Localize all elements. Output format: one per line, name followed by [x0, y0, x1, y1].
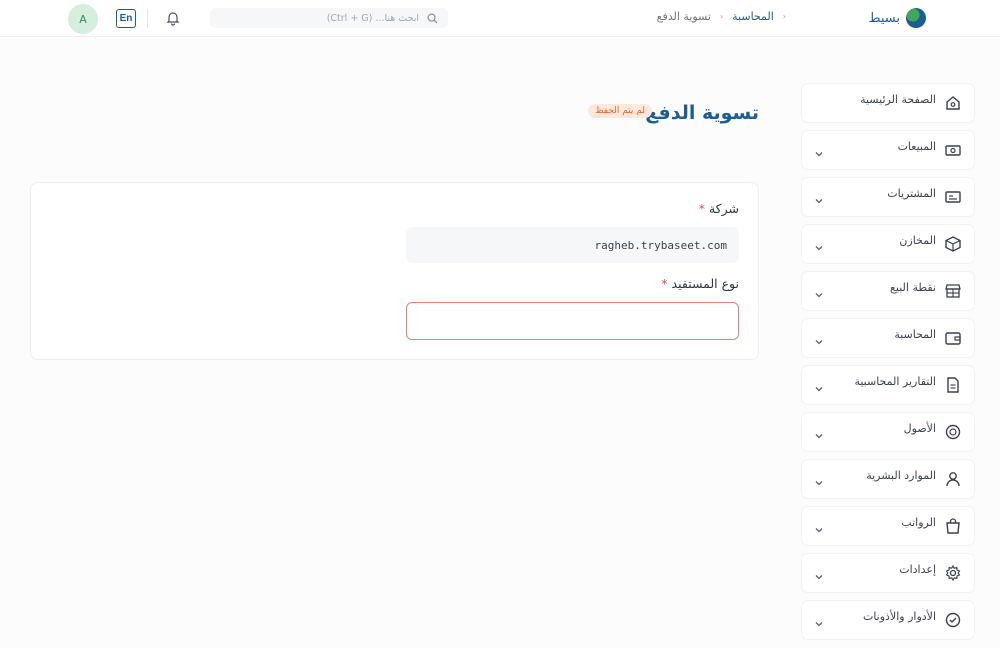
pie-icon	[945, 424, 961, 440]
user-icon	[946, 472, 960, 487]
sidebar-item-label: الموارد البشرية	[866, 468, 936, 482]
home-icon	[946, 96, 960, 110]
sidebar-item-payroll[interactable]: الرواتب	[802, 507, 974, 545]
beneficiary-label-text: نوع المستفيد	[671, 276, 739, 291]
language-toggle-button[interactable]: En	[116, 9, 136, 28]
sidebar-item-assets[interactable]: الأصول	[802, 413, 974, 451]
sidebar-item-label: الصفحة الرئيسية	[860, 92, 936, 106]
sidebar-item-pos[interactable]: نقطة البيع	[802, 272, 974, 310]
chevron-down-icon	[815, 528, 823, 533]
chevron-down-icon	[815, 434, 823, 439]
page-title: تسوية الدفع	[645, 102, 759, 124]
search-input[interactable]: ابحث هنا... (Ctrl + G)	[220, 13, 419, 24]
beneficiary-type-field-label: نوع المستفيد *	[657, 276, 739, 291]
sidebar-item-label: الأدوار والأذونات	[862, 609, 936, 623]
company-field-label: شركة *	[695, 201, 739, 216]
breadcrumb-separator-icon: ‹	[719, 12, 724, 21]
sidebar-item-hr[interactable]: الموارد البشرية	[802, 460, 974, 498]
chevron-down-icon	[815, 481, 823, 486]
company-field: ragheb.trybaseet.com	[406, 227, 739, 263]
chevron-down-icon	[815, 575, 823, 580]
sidebar-item-inventory[interactable]: المخازن	[802, 225, 974, 263]
sidebar-item-home[interactable]: الصفحة الرئيسية	[802, 84, 974, 122]
payment-reconciliation-form: شركة * ragheb.trybaseet.com نوع المستفيد…	[30, 182, 759, 360]
sidebar-item-settings[interactable]: إعدادات	[802, 554, 974, 592]
sidebar-item-label: المبيعات	[897, 139, 936, 153]
company-label-text: شركة	[708, 201, 739, 216]
bag-icon	[946, 518, 960, 534]
sidebar-item-purchases[interactable]: المشتريات	[802, 178, 974, 216]
chevron-down-icon	[815, 152, 823, 157]
invoice-icon	[945, 191, 961, 203]
globe-logo-icon	[906, 8, 926, 28]
sidebar-item-sales[interactable]: المبيعات	[802, 131, 974, 169]
user-avatar[interactable]: A	[68, 4, 98, 34]
check-badge-icon	[945, 612, 961, 628]
sidebar-item-accounting-reports[interactable]: التقارير المحاسبية	[802, 366, 974, 404]
unsaved-status-badge: لم يتم الحفظ	[588, 104, 652, 118]
report-icon	[947, 377, 959, 393]
sidebar-item-accounting[interactable]: المحاسبة	[802, 319, 974, 357]
app-logo[interactable]: بسيط	[869, 8, 926, 28]
required-mark: *	[698, 201, 705, 216]
toolbar-divider	[147, 9, 148, 28]
breadcrumb-current: تسوية الدفع	[656, 10, 711, 23]
breadcrumb-separator-icon: ‹	[782, 12, 786, 21]
notification-bell-icon[interactable]	[165, 10, 181, 26]
gear-icon	[945, 564, 961, 582]
breadcrumb-accounting[interactable]: المحاسبة	[732, 10, 774, 23]
brand-name: بسيط	[868, 10, 900, 26]
chevron-down-icon	[815, 622, 823, 627]
required-mark: *	[661, 276, 668, 291]
chevron-down-icon	[815, 340, 823, 345]
search-box[interactable]: ابحث هنا... (Ctrl + G)	[210, 8, 448, 28]
top-bar: بسيط ‹ المحاسبة ‹ تسوية الدفع ابحث هنا..…	[0, 0, 1000, 37]
breadcrumb: ‹ المحاسبة ‹ تسوية الدفع	[657, 10, 786, 23]
chevron-down-icon	[815, 387, 823, 392]
chevron-down-icon	[815, 246, 823, 251]
sidebar-item-label: المخازن	[899, 233, 936, 247]
sidebar-item-label: المشتريات	[887, 186, 936, 200]
sidebar-item-roles-permissions[interactable]: الأدوار والأذونات	[802, 601, 974, 639]
search-icon	[427, 13, 438, 24]
cash-icon	[945, 145, 961, 156]
wallet-icon	[945, 332, 961, 345]
chevron-down-icon	[815, 293, 823, 298]
sidebar-item-label: المحاسبة	[894, 327, 936, 341]
sidebar-item-label: الرواتب	[901, 515, 936, 529]
sidebar-item-label: الأصول	[903, 421, 936, 435]
chevron-down-icon	[815, 199, 823, 204]
sidebar: الصفحة الرئيسية المبيعات المشتريات المخا…	[802, 84, 974, 648]
box-icon	[945, 236, 961, 252]
sidebar-item-label: إعدادات	[899, 562, 936, 576]
sidebar-item-label: نقطة البيع	[890, 280, 936, 294]
sidebar-item-label: التقارير المحاسبية	[854, 374, 936, 388]
beneficiary-type-select[interactable]	[406, 302, 739, 340]
store-icon	[945, 284, 961, 298]
